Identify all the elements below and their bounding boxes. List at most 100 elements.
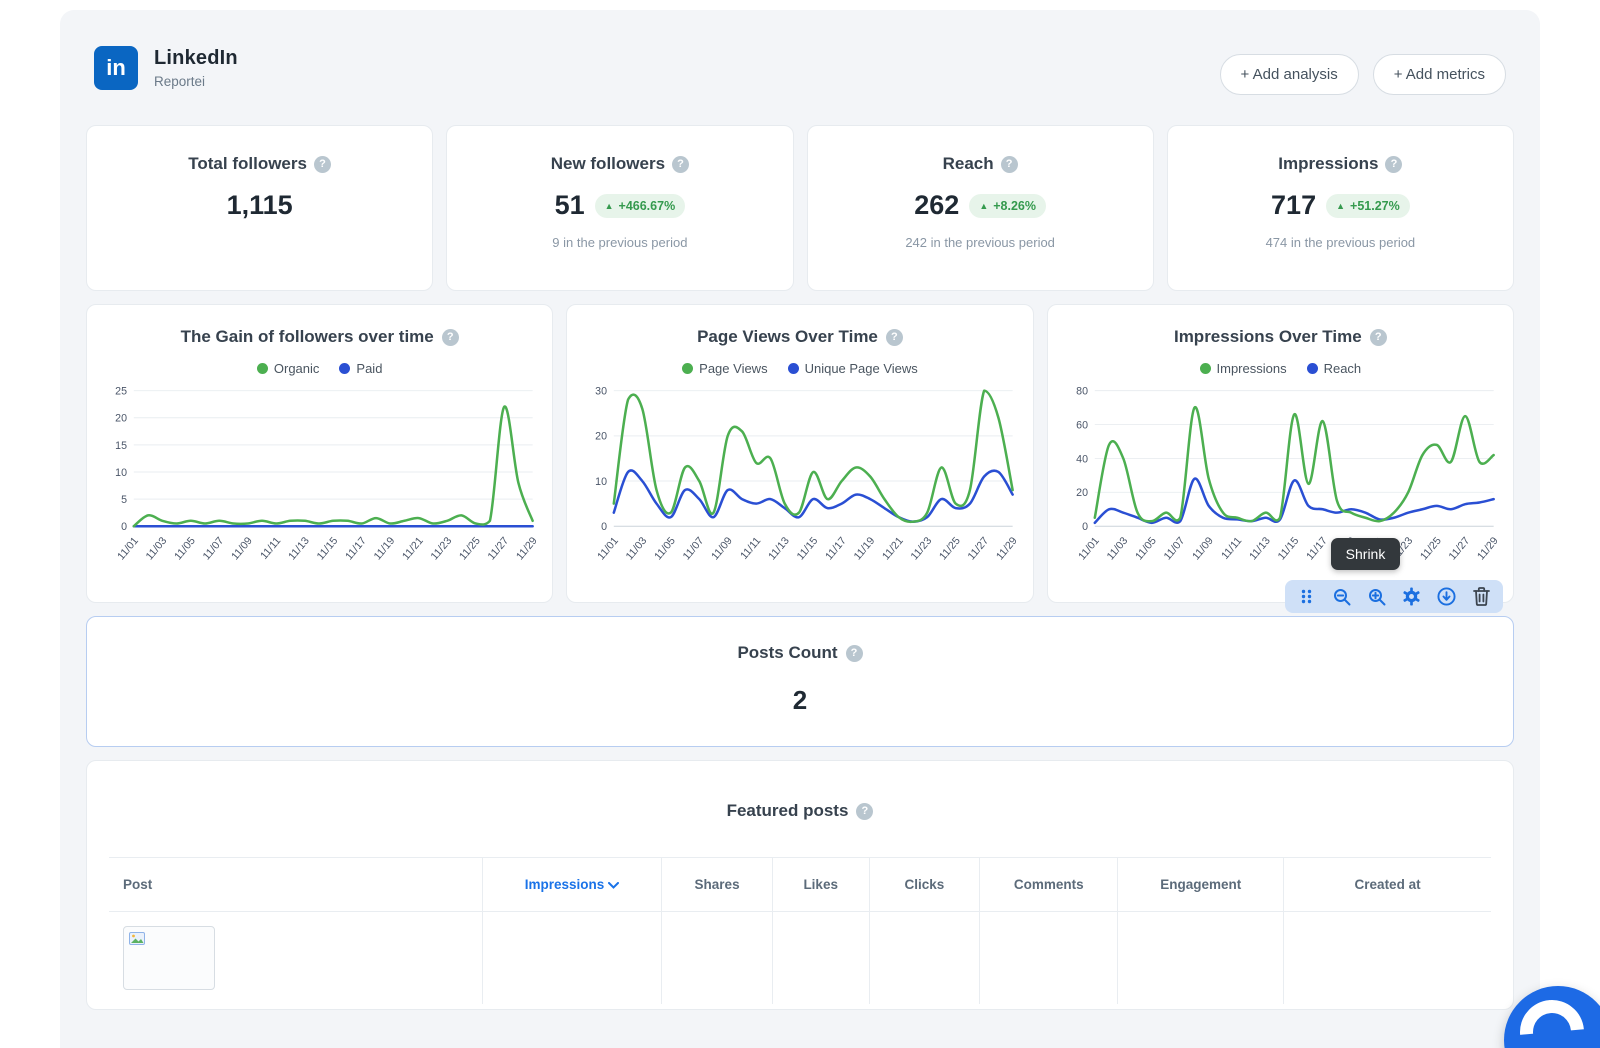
metric-card-total-followers: Total followers? 1,115 xyxy=(86,125,434,291)
svg-text:11/07: 11/07 xyxy=(1161,535,1187,563)
metric-card-reach: Reach? 262 ▲ +8.26% 242 in the previous p… xyxy=(806,125,1154,291)
account-name: Reportei xyxy=(154,74,206,89)
metric-value: 262 xyxy=(914,190,960,220)
metric-title: Impressions xyxy=(1278,154,1379,173)
svg-text:60: 60 xyxy=(1076,419,1088,431)
help-icon[interactable]: ? xyxy=(672,155,690,173)
settings-gear-icon[interactable] xyxy=(1402,587,1421,606)
followers-gain-chart: 0 5 10 15 20 25 11/01 11/03 11/05 11/07 11/09 11/11… xyxy=(115,386,540,563)
svg-text:11/11: 11/11 xyxy=(738,535,763,562)
svg-text:11/09: 11/09 xyxy=(229,535,255,563)
svg-text:20: 20 xyxy=(1076,487,1088,499)
svg-text:0: 0 xyxy=(601,521,607,533)
svg-text:11/05: 11/05 xyxy=(652,535,678,563)
legend-dot xyxy=(256,363,268,374)
svg-text:11/11: 11/11 xyxy=(1219,535,1244,562)
legend-dot xyxy=(1199,363,1211,374)
zoom-in-icon[interactable] xyxy=(1367,587,1386,606)
col-header-engagement[interactable]: Engagement xyxy=(1117,857,1284,912)
impressions-chart: 02040608011/01 11/03 11/05 11/07 11/09 11/11 1… xyxy=(1076,386,1501,563)
svg-text:15: 15 xyxy=(115,440,127,452)
svg-text:0: 0 xyxy=(121,521,127,533)
help-icon[interactable]: ? xyxy=(441,328,459,346)
chart-title: Impressions Over Time xyxy=(1173,327,1362,346)
posts-count-card: Posts Count? 2 xyxy=(86,616,1514,747)
widget-toolbar xyxy=(1285,580,1503,613)
metric-value: 51 xyxy=(554,190,585,220)
svg-text:5: 5 xyxy=(121,494,127,506)
help-icon[interactable]: ? xyxy=(845,644,863,662)
svg-text:20: 20 xyxy=(115,413,127,425)
svg-text:11/07: 11/07 xyxy=(201,535,227,563)
metric-card-impressions: Impressions? 717 ▲ +51.27% 474 in the pre… xyxy=(1166,125,1514,291)
svg-text:11/25: 11/25 xyxy=(937,535,963,563)
arrow-up-icon: ▲ xyxy=(1336,200,1346,211)
help-icon[interactable]: ? xyxy=(1385,155,1403,173)
svg-text:11/17: 11/17 xyxy=(823,535,849,563)
arrow-up-icon: ▲ xyxy=(979,200,989,211)
svg-text:11/11: 11/11 xyxy=(258,535,283,562)
svg-text:11/13: 11/13 xyxy=(1247,535,1273,563)
metric-cards-row: Total followers? 1,115 New followers? 51… xyxy=(86,125,1514,291)
svg-text:11/13: 11/13 xyxy=(286,535,312,563)
delta-badge: ▲ +466.67% xyxy=(594,193,686,218)
header: in LinkedIn Reportei + Add analysis + Ad… xyxy=(86,32,1514,125)
legend-dot xyxy=(1306,363,1318,374)
brand-block: in LinkedIn Reportei xyxy=(94,46,238,90)
svg-text:11/03: 11/03 xyxy=(624,535,650,563)
svg-text:11/29: 11/29 xyxy=(1475,535,1501,563)
svg-text:0: 0 xyxy=(1082,521,1088,533)
delta-badge: ▲ +51.27% xyxy=(1326,193,1410,218)
chart-title: The Gain of followers over time xyxy=(180,327,434,346)
chart-legend: Organic Paid xyxy=(97,361,542,376)
svg-text:11/23: 11/23 xyxy=(909,535,935,563)
svg-text:11/07: 11/07 xyxy=(681,535,707,563)
legend-dot xyxy=(787,363,799,374)
col-header-likes[interactable]: Likes xyxy=(771,857,870,912)
svg-text:30: 30 xyxy=(596,386,608,398)
col-header-comments[interactable]: Comments xyxy=(979,857,1118,912)
svg-text:11/05: 11/05 xyxy=(1133,535,1159,563)
post-thumbnail[interactable] xyxy=(123,926,215,990)
help-icon[interactable]: ? xyxy=(313,155,331,173)
col-header-post[interactable]: Post xyxy=(109,857,483,912)
svg-text:11/01: 11/01 xyxy=(115,535,141,563)
svg-text:11/15: 11/15 xyxy=(1275,535,1301,563)
svg-text:11/17: 11/17 xyxy=(343,535,369,563)
svg-text:11/27: 11/27 xyxy=(486,535,512,563)
featured-posts-title: Featured posts xyxy=(726,801,849,820)
svg-text:25: 25 xyxy=(115,386,127,398)
page-title: LinkedIn xyxy=(154,47,238,69)
col-header-shares[interactable]: Shares xyxy=(661,857,773,912)
svg-text:11/01: 11/01 xyxy=(1076,535,1102,563)
drag-handle-icon[interactable] xyxy=(1297,587,1316,606)
add-metrics-button[interactable]: + Add metrics xyxy=(1372,54,1506,95)
svg-text:11/03: 11/03 xyxy=(1104,535,1130,563)
help-icon[interactable]: ? xyxy=(885,328,903,346)
linkedin-logo-icon: in xyxy=(94,46,138,90)
download-icon[interactable] xyxy=(1437,587,1456,606)
chart-card-page-views: Page Views Over Time? Page Views Unique … xyxy=(566,304,1034,603)
previous-period-text: 9 in the previous period xyxy=(552,235,688,250)
chevron-down-icon xyxy=(608,877,620,892)
featured-posts-card: Featured posts? Post Impressions Shares … xyxy=(86,760,1514,1010)
chart-cards-row: The Gain of followers over time? Organic… xyxy=(86,304,1514,613)
col-header-created-at[interactable]: Created at xyxy=(1283,857,1491,912)
chart-legend: Page Views Unique Page Views xyxy=(577,361,1022,376)
posts-count-title: Posts Count xyxy=(737,643,838,662)
col-header-impressions[interactable]: Impressions xyxy=(481,857,662,912)
chart-card-impressions: Impressions Over Time? Impressions Reach… xyxy=(1046,304,1514,613)
arrow-up-icon: ▲ xyxy=(604,200,614,211)
dashboard-panel: in LinkedIn Reportei + Add analysis + Ad… xyxy=(60,10,1540,1048)
svg-text:11/01: 11/01 xyxy=(595,535,621,563)
delta-badge: ▲ +8.26% xyxy=(969,193,1046,218)
svg-text:11/13: 11/13 xyxy=(766,535,792,563)
col-header-clicks[interactable]: Clicks xyxy=(868,857,980,912)
delete-trash-icon[interactable] xyxy=(1472,587,1491,606)
help-icon[interactable]: ? xyxy=(1000,155,1018,173)
add-analysis-button[interactable]: + Add analysis xyxy=(1219,54,1359,95)
zoom-out-icon[interactable] xyxy=(1332,587,1351,606)
table-header-row: Post Impressions Shares Likes Clicks Com… xyxy=(109,857,1491,912)
help-icon[interactable]: ? xyxy=(856,802,874,820)
help-icon[interactable]: ? xyxy=(1369,328,1387,346)
